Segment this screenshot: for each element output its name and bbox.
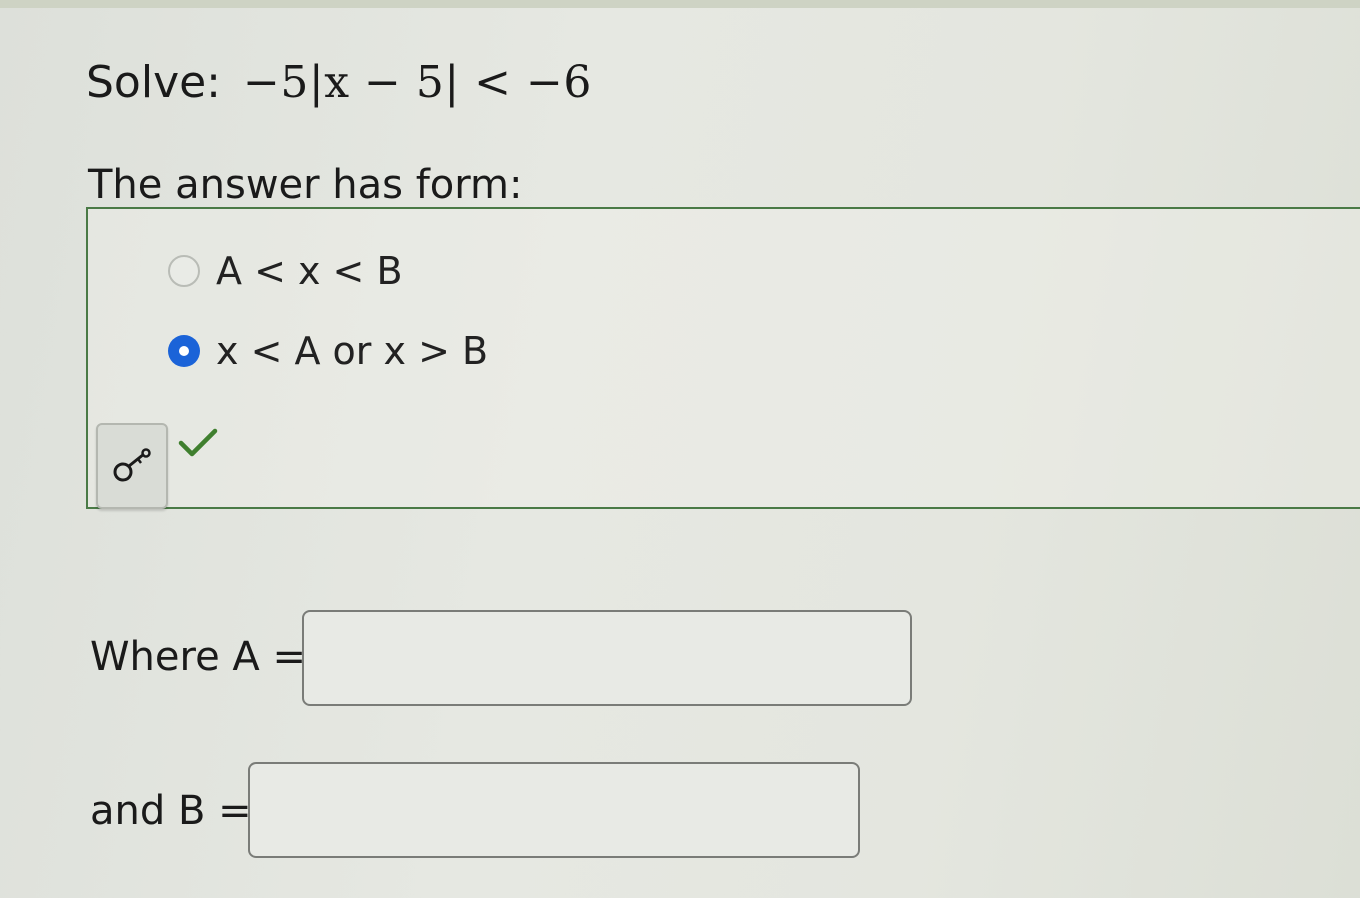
choice-label: x < A or x > B	[216, 329, 489, 373]
choice-union[interactable]: x < A or x > B	[168, 329, 488, 373]
field-a-label: Where A =	[90, 634, 306, 680]
radio-selected[interactable]	[168, 335, 200, 367]
answer-form-label: The answer has form:	[88, 162, 523, 208]
question-prompt: Solve: −5|x − 5| < −6	[86, 50, 592, 114]
answer-form-choices: A < x < B x < A or x > B	[86, 207, 1360, 509]
choice-interval[interactable]: A < x < B	[168, 249, 403, 293]
choice-label: A < x < B	[216, 249, 403, 293]
field-b-input[interactable]	[248, 762, 860, 858]
key-icon	[113, 448, 151, 482]
answer-key-button[interactable]	[96, 423, 168, 509]
radio-unselected[interactable]	[168, 255, 200, 287]
top-band	[0, 0, 1360, 8]
field-a-input[interactable]	[302, 610, 912, 706]
checkmark-icon	[178, 428, 218, 457]
field-b-label: and B =	[90, 788, 252, 834]
question-label: Solve:	[86, 56, 222, 108]
question-expression: −5|x − 5| < −6	[243, 56, 592, 108]
